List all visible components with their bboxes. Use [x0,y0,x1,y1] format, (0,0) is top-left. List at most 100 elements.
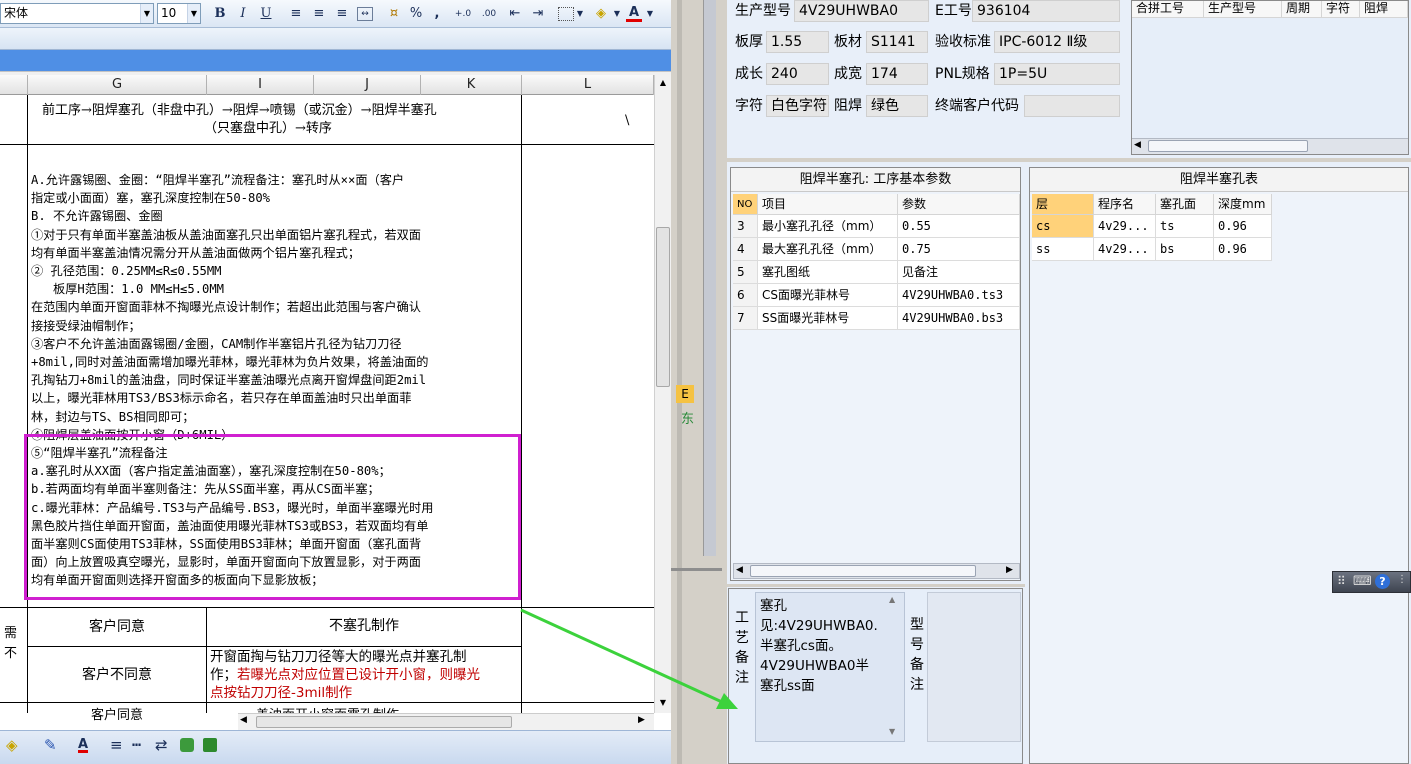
worksheet-grid[interactable]: 前工序→阻焊塞孔（非盘中孔）→阻焊→喷锡（或沉金）→阻焊半塞孔 （只塞盘中孔）→… [0,95,654,723]
params-row-value[interactable]: 0.55 [898,215,1020,238]
plug-table-cell[interactable]: bs [1156,238,1214,261]
borders-icon[interactable] [558,7,574,21]
comma-button[interactable]: , [432,5,442,23]
scroll-down-icon[interactable]: ▼ [657,697,669,709]
merge-center-icon[interactable]: ↔ [357,7,373,21]
params-row-item[interactable]: 最小塞孔孔径（mm） [758,215,898,238]
scrollbar-thumb[interactable] [750,565,976,577]
combine-table-header[interactable]: 阻焊 [1360,1,1408,18]
scroll-right-icon[interactable]: ▶ [638,715,645,725]
combine-table-header[interactable]: 合拼工号 [1132,1,1204,18]
combine-table-header[interactable]: 字符 [1322,1,1360,18]
params-row-item[interactable]: 塞孔图纸 [758,261,898,284]
scroll-left-icon[interactable]: ◀ [240,715,247,725]
params-row-item[interactable]: CS面曝光菲林号 [758,284,898,307]
align-center-icon[interactable]: ≡ [311,5,327,23]
plug-table-cell[interactable]: 4v29... [1094,238,1156,261]
fill-color-icon[interactable]: ◈ [592,5,610,23]
wid-field[interactable]: 174 [866,63,928,85]
params-table-header[interactable]: 项目 [758,194,898,215]
vertical-scrollbar[interactable] [703,0,716,556]
column-header-l[interactable]: L [522,75,654,95]
underline-button[interactable]: U [258,5,274,23]
increase-indent-icon[interactable]: ⇥ [530,5,546,23]
fill-color-icon[interactable]: ◈ [6,736,18,754]
splitter[interactable] [722,158,1411,162]
scrollbar-thumb[interactable] [656,227,670,387]
increase-decimal-icon[interactable]: +.0 [452,5,474,23]
cust-field[interactable] [1024,95,1120,117]
column-header-k[interactable]: K [421,75,522,95]
column-header-i[interactable]: I [207,75,314,95]
params-row-no[interactable]: 5 [733,261,758,284]
combine-table[interactable]: 合拼工号 生产型号 周期 字符 阻焊 ◀ [1131,0,1409,155]
chevron-down-icon[interactable]: ▼ [187,4,200,23]
chevron-down-icon[interactable]: ▼ [646,5,654,23]
dash-style-icon[interactable]: ┅ [132,736,141,754]
arrow-style-icon[interactable]: ⇄ [155,736,168,754]
keyboard-icon[interactable]: ⌨ [1353,574,1372,589]
plug-table-header[interactable]: 塞孔面 [1156,194,1214,215]
plug-table-cell[interactable]: ss [1032,238,1094,261]
vertical-scrollbar[interactable]: ▲ ▼ [654,75,671,713]
char-field[interactable]: 白色字符 [766,95,829,117]
params-row-no[interactable]: 4 [733,238,758,261]
params-row-value[interactable]: 4V29UHWBA0.ts3 [898,284,1020,307]
plug-table-header[interactable]: 程序名 [1094,194,1156,215]
font-size-select[interactable]: 10 ▼ [157,3,201,24]
combine-table-header[interactable]: 周期 [1282,1,1322,18]
chevron-down-icon[interactable]: ▼ [576,5,584,23]
horizontal-scrollbar[interactable]: ◀ ▶ [238,713,654,730]
plug-table-cell[interactable]: 4v29... [1094,215,1156,238]
horizontal-scrollbar[interactable]: ◀ ▶ [733,563,1020,579]
align-left-icon[interactable]: ≡ [288,5,304,23]
params-row-item[interactable]: SS面曝光菲林号 [758,307,898,330]
chevron-down-icon[interactable]: ▼ [140,4,153,23]
scroll-up-icon[interactable]: ▲ [657,77,669,89]
percent-button[interactable]: % [409,5,423,23]
line-color-icon[interactable]: ✎ [44,736,57,754]
model-remark-field[interactable] [927,592,1021,742]
formula-bar[interactable] [0,28,671,50]
params-row-no[interactable]: 7 [733,307,758,330]
mask-field[interactable]: 绿色 [866,95,928,117]
scroll-down-icon[interactable]: ▼ [889,727,895,736]
process-remark-field[interactable]: 塞孔 见:4V29UHWBA0. 半塞孔cs面。 4V29UHWBA0半 塞孔ss面 ▲… [755,592,905,742]
params-table-header[interactable]: 参数 [898,194,1020,215]
column-header-left[interactable] [0,75,28,95]
splitter[interactable] [722,584,1025,587]
params-table-header[interactable]: NO [733,194,758,215]
params-row-no[interactable]: 3 [733,215,758,238]
scroll-left-icon[interactable]: ◀ [1134,140,1141,150]
pnl-field[interactable]: 1P=5U [994,63,1120,85]
column-header-j[interactable]: J [314,75,421,95]
scrollbar-thumb[interactable] [1148,140,1308,152]
scroll-up-icon[interactable]: ▲ [889,595,895,604]
horizontal-scrollbar[interactable]: ◀ [1132,138,1408,154]
font-name-select[interactable]: 宋体 ▼ [0,3,154,24]
help-icon[interactable]: ? [1375,574,1390,589]
font-color-icon[interactable]: A [78,736,89,753]
column-header-g[interactable]: G [28,75,207,95]
scroll-right-icon[interactable]: ▶ [1006,565,1013,575]
material-field[interactable]: S1141 [866,31,928,53]
grip-icon[interactable]: ⠿ [1337,574,1346,588]
std-field[interactable]: IPC-6012 Ⅱ级 [994,31,1120,53]
params-row-item[interactable]: 最大塞孔孔径（mm） [758,238,898,261]
plug-table-header[interactable]: 深度mm [1214,194,1272,215]
chevron-down-icon[interactable]: ▼ [613,5,621,23]
params-row-value[interactable]: 0.75 [898,238,1020,261]
len-field[interactable]: 240 [766,63,829,85]
plug-table-cell[interactable]: 0.96 [1214,215,1272,238]
font-color-icon[interactable]: A [626,5,642,22]
plug-table-cell[interactable]: 0.96 [1214,238,1272,261]
model-field[interactable]: 4V29UHWBA0 [794,0,929,22]
align-right-icon[interactable]: ≡ [334,5,350,23]
bold-button[interactable]: B [212,5,228,23]
chevron-down-icon[interactable]: ⋮ [1397,574,1407,585]
combine-table-header[interactable]: 生产型号 [1204,1,1282,18]
plug-table-cell[interactable]: ts [1156,215,1214,238]
scroll-left-icon[interactable]: ◀ [736,565,743,575]
params-row-no[interactable]: 6 [733,284,758,307]
plug-table-cell[interactable]: cs [1032,215,1094,238]
